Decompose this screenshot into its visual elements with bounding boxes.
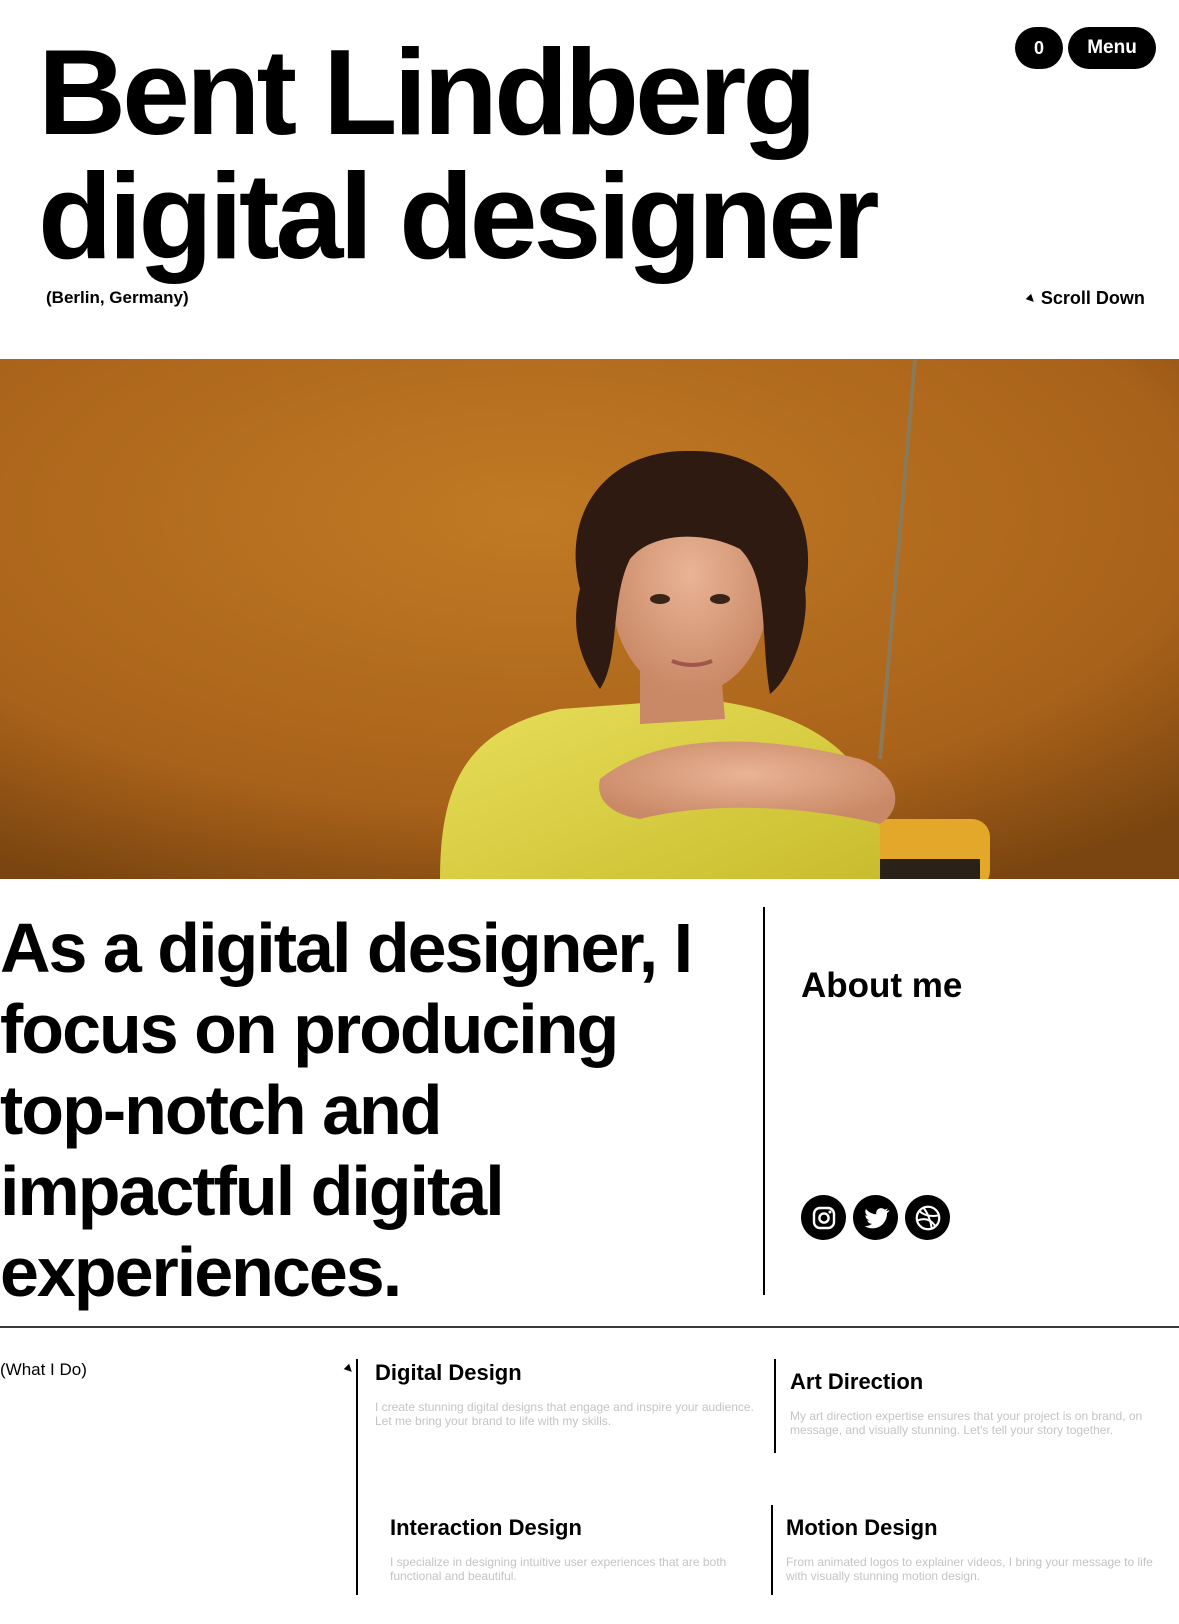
hero-title: Bent Lindberg digital designer [38, 24, 880, 284]
cart-count-button[interactable]: 0 [1015, 27, 1063, 69]
about-me-heading: About me [801, 966, 963, 1005]
divider-vertical [763, 907, 765, 1295]
statement-line-4: impactful digital [0, 1152, 505, 1230]
service-description: I create stunning digital designs that e… [375, 1400, 754, 1428]
statement-line-3: top-notch and [0, 1071, 443, 1149]
what-i-do-label: (What I Do) [0, 1360, 87, 1379]
hero-title-line-1: Bent Lindberg [38, 24, 817, 160]
arrow-down-right-icon: ▼ [1020, 288, 1041, 309]
menu-button[interactable]: Menu [1068, 27, 1156, 69]
scroll-down-link[interactable]: ▼ Scroll Down [1020, 288, 1145, 309]
statement-line-1: As a digital designer, I [0, 909, 693, 987]
statement-line-2: focus on producing [0, 990, 619, 1068]
service-card-art-direction: Art Direction My art direction expertise… [790, 1369, 1175, 1437]
service-description: I specialize in designing intuitive user… [390, 1555, 727, 1583]
arrow-down-right-icon: ▼ [338, 1358, 359, 1379]
twitter-link[interactable] [853, 1195, 898, 1240]
divider-vertical [356, 1359, 358, 1595]
instagram-icon [812, 1206, 835, 1229]
hero-title-line-2: digital designer [38, 148, 880, 284]
divider-vertical [771, 1505, 773, 1595]
divider-vertical [774, 1359, 776, 1453]
service-title: Digital Design [375, 1360, 522, 1385]
service-description: My art direction expertise ensures that … [790, 1409, 1143, 1437]
twitter-icon [864, 1207, 889, 1228]
scroll-down-label: Scroll Down [1040, 288, 1145, 308]
service-card-interaction-design: Interaction Design I specialize in desig… [390, 1515, 735, 1583]
location-label: (Berlin, Germany) [46, 288, 189, 307]
hero-portrait-image [0, 359, 1179, 879]
service-card-motion-design: Motion Design From animated logos to exp… [786, 1515, 1171, 1583]
instagram-link[interactable] [801, 1195, 846, 1240]
statement-line-5: experiences. [0, 1233, 402, 1311]
service-title: Interaction Design [390, 1515, 582, 1540]
intro-statement: As a digital designer, I focus on produc… [0, 908, 740, 1313]
portrait-photo [0, 359, 1179, 879]
dribbble-link[interactable] [905, 1195, 950, 1240]
service-description: From animated logos to explainer videos,… [786, 1555, 1153, 1583]
service-card-digital-design: Digital Design I create stunning digital… [375, 1360, 760, 1428]
service-title: Art Direction [790, 1369, 924, 1394]
service-title: Motion Design [786, 1515, 938, 1540]
social-links [801, 1195, 950, 1240]
dribbble-icon [915, 1205, 940, 1230]
section-divider [0, 1326, 1179, 1328]
